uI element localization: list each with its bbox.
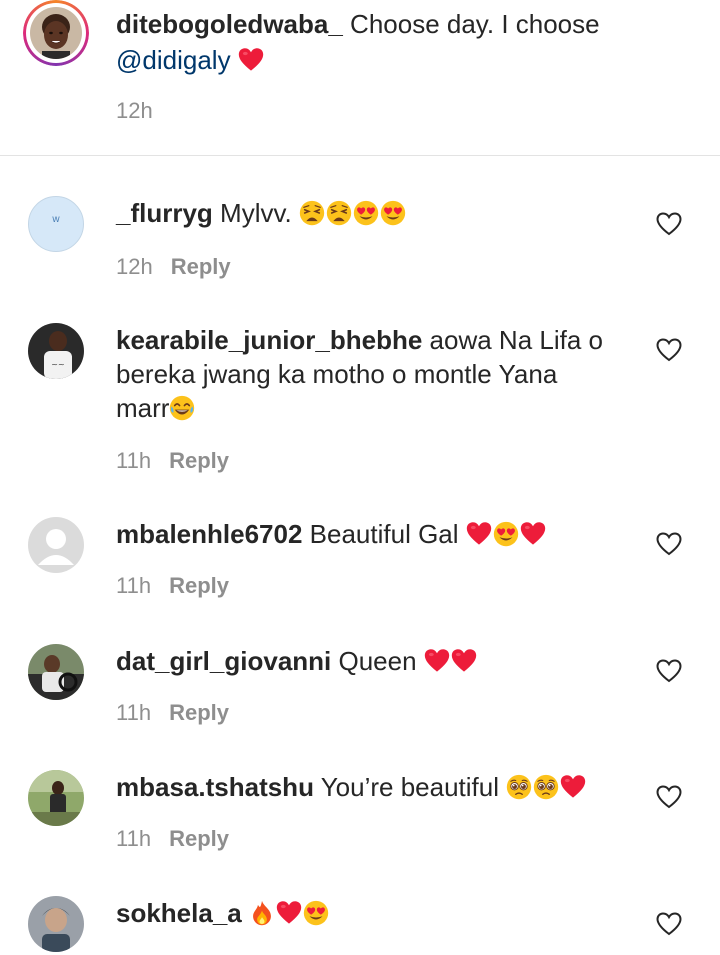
commenter-avatar[interactable] <box>28 644 84 700</box>
comment-username[interactable]: mbasa.tshatshu <box>116 772 314 802</box>
comment-text: sokhela_a <box>116 896 616 930</box>
comment-body <box>242 898 249 928</box>
heart-eyes-emoji <box>380 200 406 226</box>
red-heart-emoji <box>451 648 477 674</box>
comment-username[interactable]: dat_girl_giovanni <box>116 646 331 676</box>
red-heart-emoji <box>238 47 264 73</box>
heart-eyes-emoji <box>353 200 379 226</box>
red-heart-emoji <box>424 648 450 674</box>
reply-button[interactable]: Reply <box>169 448 229 473</box>
caption-author-avatar[interactable] <box>23 0 89 66</box>
comment-text: mbalenhle6702 Beautiful Gal <box>116 517 616 551</box>
fire-emoji <box>249 900 275 926</box>
comment-username[interactable]: mbalenhle6702 <box>116 519 302 549</box>
divider <box>0 155 720 156</box>
like-heart-icon[interactable] <box>656 659 682 683</box>
comment-username[interactable]: _flurryg <box>116 198 213 228</box>
avatar-photo <box>30 7 82 59</box>
red-heart-emoji <box>560 774 586 800</box>
comment-text: kearabile_junior_bhebhe aowa Na Lifa o b… <box>116 323 616 425</box>
commenter-avatar[interactable] <box>28 896 84 952</box>
tears-of-joy-emoji <box>169 395 195 421</box>
comment-username[interactable]: kearabile_junior_bhebhe <box>116 325 422 355</box>
like-heart-icon[interactable] <box>656 212 682 236</box>
pleading-face-emoji <box>533 774 559 800</box>
reply-button[interactable]: Reply <box>169 700 229 725</box>
post-caption: ditebogoledwaba_ Choose day. I choose @d… <box>0 0 720 155</box>
commenter-avatar[interactable]: ~~ <box>28 323 84 379</box>
comment-username[interactable]: sokhela_a <box>116 898 242 928</box>
heart-eyes-emoji <box>303 900 329 926</box>
comment-timestamp: 11h <box>116 573 152 598</box>
comment-meta: 11h Reply <box>116 448 229 474</box>
like-heart-icon[interactable] <box>656 912 682 936</box>
caption-body: Choose day. I choose <box>342 9 600 39</box>
reply-button[interactable]: Reply <box>169 573 229 598</box>
red-heart-emoji <box>520 521 546 547</box>
caption-username[interactable]: ditebogoledwaba_ <box>116 9 343 39</box>
like-heart-icon[interactable] <box>656 338 682 362</box>
comment-timestamp: 11h <box>116 448 152 473</box>
comment-text: mbasa.tshatshu You’re beautiful <box>116 770 616 804</box>
comment-timestamp: 12h <box>116 254 153 279</box>
commenter-avatar[interactable]: w <box>28 196 84 252</box>
caption-timestamp: 12h <box>116 98 153 123</box>
comment-body: You’re beautiful <box>313 772 507 802</box>
caption-mention[interactable]: @didigaly <box>116 45 231 75</box>
weary-face-emoji <box>326 200 352 226</box>
comment-timestamp: 11h <box>116 700 152 725</box>
commenter-avatar[interactable] <box>28 517 84 573</box>
red-heart-emoji <box>466 521 492 547</box>
comment-meta: 12h Reply <box>116 254 231 280</box>
reply-button[interactable]: Reply <box>169 826 229 851</box>
comment-meta: 11h Reply <box>116 826 229 852</box>
heart-eyes-emoji <box>493 521 519 547</box>
comment-body: Queen <box>331 646 424 676</box>
like-heart-icon[interactable] <box>656 785 682 809</box>
like-heart-icon[interactable] <box>656 532 682 556</box>
comment-body: Beautiful Gal <box>302 519 466 549</box>
commenter-avatar[interactable] <box>28 770 84 826</box>
comment-text: _flurryg Mylvv. <box>116 196 616 230</box>
svg-text:~~: ~~ <box>51 360 64 369</box>
caption-text: ditebogoledwaba_ Choose day. I choose @d… <box>116 6 636 78</box>
comment-timestamp: 11h <box>116 826 152 851</box>
pleading-face-emoji <box>506 774 532 800</box>
default-avatar-icon <box>29 518 83 572</box>
avatar-placeholder-label: w <box>52 214 60 225</box>
comment-meta: 11h Reply <box>116 573 229 599</box>
weary-face-emoji <box>299 200 325 226</box>
red-heart-emoji <box>276 900 302 926</box>
comment-body: Mylvv. <box>212 198 299 228</box>
comment-meta: 11h Reply <box>116 700 229 726</box>
reply-button[interactable]: Reply <box>171 254 231 279</box>
comment-text: dat_girl_giovanni Queen <box>116 644 616 678</box>
